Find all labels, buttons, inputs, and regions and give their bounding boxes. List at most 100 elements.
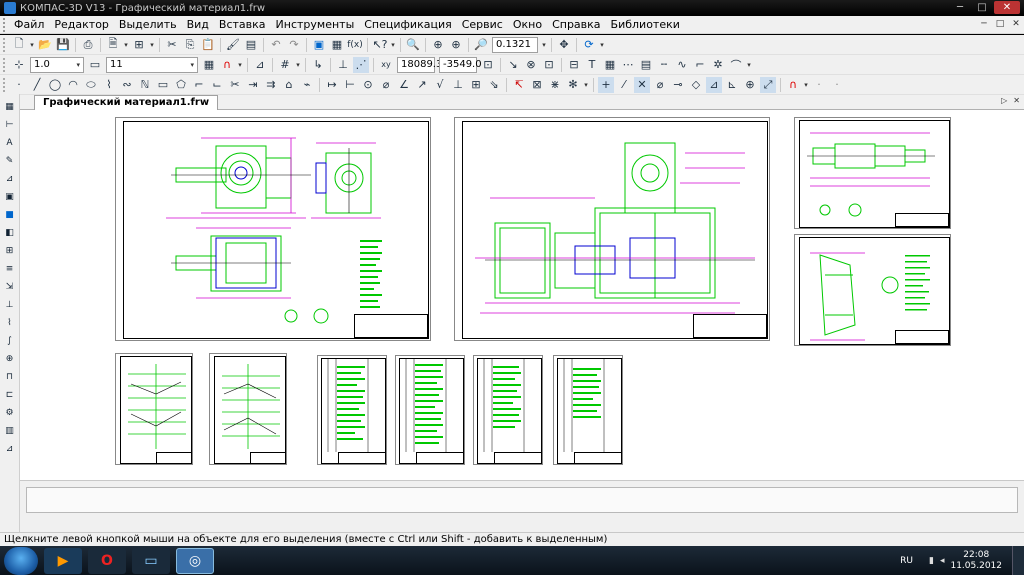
doc-restore-button[interactable]: □ [994,18,1006,30]
pin-icon[interactable]: ⌒ [728,57,744,73]
menu-window[interactable]: Окно [508,18,547,31]
maximize-button[interactable]: □ [972,1,992,14]
snap-middle-icon[interactable]: ⁄ [616,77,632,93]
menu-libraries[interactable]: Библиотеки [606,18,685,31]
wheel-panel-icon[interactable]: ⊕ [3,352,17,366]
sheet-diagram-2[interactable] [209,353,287,465]
snap-intersection-icon[interactable]: ✕ [634,76,650,93]
menu-insert[interactable]: Вставка [214,18,271,31]
roughness-icon[interactable]: √ [432,77,448,93]
menu-edit[interactable]: Редактор [49,18,114,31]
print-icon[interactable]: ⎙ [80,37,96,53]
paste-icon[interactable]: 📋 [200,37,216,53]
dimensions-panel-icon[interactable]: ⊢ [3,118,17,132]
format-brush-icon[interactable]: 🖌 [225,37,241,53]
toolbar-grip[interactable] [3,37,7,52]
preview-icon[interactable]: 🗎 [105,37,121,53]
sheet-metal-panel-icon[interactable]: ⌇ [3,316,17,330]
bezier-icon[interactable]: ∾ [119,77,135,93]
view-arrow-icon[interactable]: ⇘ [486,77,502,93]
select-all-icon[interactable]: ↸ [511,77,527,93]
ellipse-icon[interactable]: ⬭ [83,77,99,93]
ruler-panel-icon[interactable]: ⊓ [3,370,17,384]
zoom-out-icon[interactable]: 🔎 [473,37,489,53]
more2-icon[interactable]: · [829,77,845,93]
collect-contour-icon[interactable]: ⌁ [299,77,315,93]
chamfer-tool-icon[interactable]: ⌙ [209,77,225,93]
copy-icon[interactable]: ⎘ [182,37,198,53]
properties-field[interactable] [26,487,1018,513]
tab-scroll-right-icon[interactable]: ▷ [1001,96,1007,105]
table-icon[interactable]: ▦ [602,57,618,73]
dash-icon[interactable]: ╌ [656,57,672,73]
radial-dimension-icon[interactable]: ⊙ [360,77,376,93]
segment-icon[interactable]: ╱ [29,77,45,93]
library-manager-icon[interactable]: ▤ [243,37,259,53]
sun-icon[interactable]: ✲ [710,57,726,73]
associative-panel-icon[interactable]: ◧ [3,226,17,240]
zoom-input[interactable]: 0.1321 [492,36,538,53]
snap-angle-icon[interactable]: ⊾ [724,77,740,93]
snap-extension-icon[interactable]: ⤢ [760,76,776,93]
angle-icon[interactable]: ∠ [396,77,412,93]
leader-icon[interactable]: ↗ [414,77,430,93]
polygon-icon[interactable]: ⬠ [173,77,189,93]
snap-tangent-icon[interactable]: ⌀ [652,77,668,93]
magnet-snap-icon[interactable]: ∩ [785,77,801,93]
dimension-icon[interactable]: ⊡ [541,57,557,73]
symbol-icon[interactable]: ✻ [565,77,581,93]
doc-close-button[interactable]: ✕ [1010,18,1022,30]
measure-panel-icon[interactable]: ▣ [3,190,17,204]
show-desktop-button[interactable] [1012,546,1024,575]
context-help-icon[interactable]: ↖? [372,37,388,53]
menu-file[interactable]: Файл [9,18,49,31]
parametrization-panel-icon[interactable]: ⊿ [3,172,17,186]
orthogonal-mode-icon[interactable]: ⊥ [335,57,351,73]
magnet-icon[interactable]: ∩ [219,57,235,73]
sheet-specification-2[interactable] [395,355,465,465]
menu-view[interactable]: Вид [182,18,214,31]
base-icon[interactable]: ⊥ [450,77,466,93]
reports-panel-icon[interactable]: ≡ [3,262,17,276]
undo-icon[interactable]: ↶ [268,37,284,53]
point-icon[interactable]: · [11,77,27,93]
zoom-all-icon[interactable]: ⊕ [430,37,446,53]
sheet-specification-3[interactable] [473,355,543,465]
language-indicator[interactable]: RU [900,556,913,566]
more-icon[interactable]: · [811,77,827,93]
pan-icon[interactable]: ✥ [556,37,572,53]
arc-icon[interactable]: ◠ [65,77,81,93]
layer-input[interactable]: 11 ▾ [106,56,198,73]
close-button[interactable]: ✕ [994,1,1020,14]
cursor-mode-icon[interactable]: ↘ [505,57,521,73]
kompas-taskbar-icon[interactable]: ◎ [176,547,214,574]
fit-icon[interactable]: ⊡ [480,57,496,73]
nurbs-icon[interactable]: ℕ [137,77,153,93]
sheet-shaft[interactable] [794,117,951,229]
select-panel-icon[interactable]: ■ [3,208,17,222]
hatch-icon[interactable]: ▤ [638,57,654,73]
save-icon[interactable]: 💾 [55,37,71,53]
contour-icon[interactable]: ⌂ [281,77,297,93]
macro-panel-icon[interactable]: ⊥ [3,298,17,312]
sheet-drive-section[interactable] [454,117,770,341]
cut-icon[interactable]: ✂ [164,37,180,53]
printer-app-icon[interactable]: ▭ [132,547,170,574]
properties-icon[interactable]: ⊞ [131,37,147,53]
volume-icon[interactable]: ◂ [940,556,945,566]
snap-normal-icon[interactable]: ⊿ [706,76,722,93]
text-icon[interactable]: T [584,57,600,73]
line-style-icon[interactable]: ⋯ [620,57,636,73]
step-input[interactable]: 1.0 ▾ [30,56,84,73]
snap-quadrant-icon[interactable]: ◇ [688,77,704,93]
edit-points-icon[interactable]: ⋇ [547,77,563,93]
extra-panel-icon[interactable]: ⊿ [3,442,17,456]
refresh-icon[interactable]: ⟳ [581,37,597,53]
sheet-assembly-views[interactable] [115,117,431,341]
local-cs-icon[interactable]: ↳ [310,57,326,73]
measure-icon[interactable]: ⊟ [566,57,582,73]
tab-document[interactable]: Графический материал1.frw [34,95,219,110]
zoom-dropdown[interactable]: ▾ [540,41,548,49]
tab-close-icon[interactable]: ✕ [1013,96,1020,105]
snap-icon[interactable]: ⋰ [353,56,369,73]
